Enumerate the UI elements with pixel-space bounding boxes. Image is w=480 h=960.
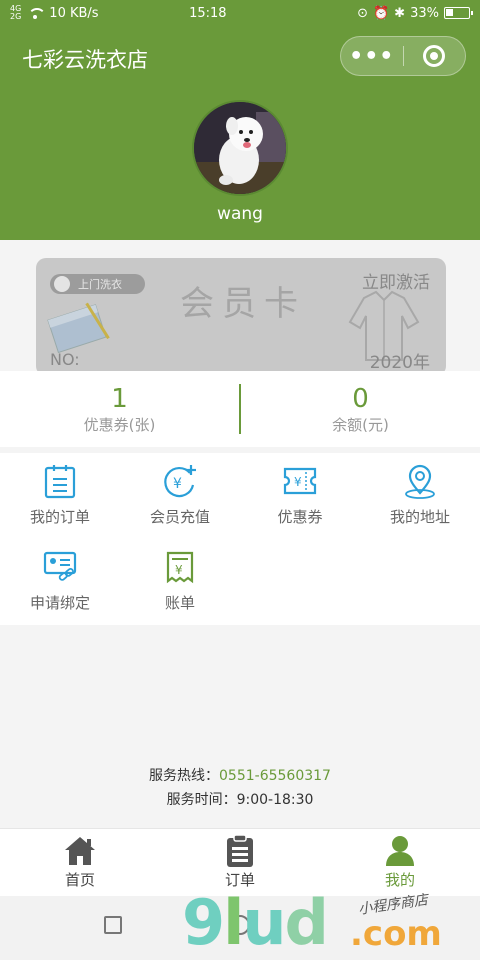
member-card[interactable]: 上门洗衣 会员卡 立即激活 NO: 2020年 bbox=[36, 258, 446, 376]
apply-binding-label: 申请绑定 bbox=[29, 594, 90, 612]
my-address-label: 我的地址 bbox=[389, 508, 450, 526]
service-hours-line: 服务时间：9:00-18:30 bbox=[0, 788, 480, 812]
my-orders-label: 我的订单 bbox=[29, 508, 90, 526]
profile-header: 七彩云洗衣店 ••• wang bbox=[0, 26, 480, 240]
feature-grid: 我的订单 ¥ 会员充值 ¥ 优惠券 我的地址 申请绑定 ¥ 账单 bbox=[0, 453, 480, 625]
yuan-plus-icon: ¥ bbox=[164, 465, 196, 498]
id-card-link-icon bbox=[43, 551, 77, 581]
tab-orders-label: 订单 bbox=[224, 871, 255, 889]
hotline-label: 服务热线： bbox=[149, 768, 220, 784]
stats-panel: 1 优惠券(张) 0 余额(元) bbox=[0, 371, 480, 447]
mini-program-capsule: ••• bbox=[340, 36, 466, 76]
tab-mine[interactable]: 我的 bbox=[320, 829, 480, 896]
orders-icon bbox=[227, 835, 253, 867]
tab-orders[interactable]: 订单 bbox=[160, 829, 320, 896]
card-year: 2020年 bbox=[369, 353, 430, 373]
hotline-number[interactable]: 0551-65560317 bbox=[219, 768, 331, 784]
tab-home[interactable]: 首页 bbox=[0, 829, 160, 896]
app-title: 七彩云洗衣店 bbox=[22, 48, 148, 72]
svg-text:¥: ¥ bbox=[175, 563, 183, 577]
tab-mine-label: 我的 bbox=[384, 871, 415, 889]
bill-label: 账单 bbox=[164, 594, 195, 612]
card-title: 会员卡 bbox=[180, 284, 306, 324]
card-number-label: NO: bbox=[50, 350, 80, 369]
coupons-label: 优惠券 bbox=[277, 508, 323, 526]
coupon-icon: ¥ bbox=[283, 467, 317, 495]
bluetooth-icon: ✱ bbox=[394, 5, 406, 21]
status-bar: 4G 2G 10 KB/s 15:18 ⊙ ⏰ ✱ 33% bbox=[0, 0, 480, 26]
coupons-button[interactable]: ¥ 优惠券 bbox=[240, 463, 360, 527]
balance-stat[interactable]: 0 余额(元) bbox=[241, 384, 480, 435]
service-info: 服务热线：0551-65560317 服务时间：9:00-18:30 bbox=[0, 764, 480, 812]
towel-illustration-icon bbox=[47, 302, 110, 354]
card-badge: 上门洗衣 bbox=[50, 274, 145, 294]
tab-home-label: 首页 bbox=[64, 871, 95, 889]
my-orders-button[interactable]: 我的订单 bbox=[0, 463, 120, 527]
profile-icon bbox=[386, 836, 414, 866]
balance-value: 0 bbox=[352, 383, 369, 414]
lock-rotation-icon: ⊙ bbox=[357, 5, 368, 21]
target-icon bbox=[423, 45, 446, 67]
hotline-line: 服务热线：0551-65560317 bbox=[0, 764, 480, 788]
hours-value: 9:00-18:30 bbox=[236, 792, 314, 808]
battery-percent: 33% bbox=[410, 5, 439, 21]
username: wang bbox=[217, 204, 263, 224]
hours-label: 服务时间： bbox=[166, 792, 237, 808]
close-mini-program-button[interactable] bbox=[403, 45, 465, 67]
svg-text:¥: ¥ bbox=[173, 476, 182, 492]
more-menu-button[interactable]: ••• bbox=[341, 44, 403, 69]
coupon-count-stat[interactable]: 1 优惠券(张) bbox=[0, 384, 239, 435]
location-pin-icon bbox=[405, 464, 435, 499]
home-nav-button[interactable] bbox=[230, 915, 250, 935]
battery-icon bbox=[443, 7, 473, 19]
bottom-tab-bar: 首页 订单 我的 bbox=[0, 828, 480, 896]
home-icon bbox=[65, 837, 95, 865]
alarm-icon: ⏰ bbox=[372, 5, 390, 21]
avatar[interactable] bbox=[192, 100, 288, 196]
bill-button[interactable]: ¥ 账单 bbox=[120, 549, 240, 613]
apply-binding-button[interactable]: 申请绑定 bbox=[0, 549, 120, 613]
coupon-count: 1 bbox=[111, 383, 128, 414]
system-navigation-bar bbox=[0, 896, 480, 960]
my-address-button[interactable]: 我的地址 bbox=[360, 463, 480, 527]
network-speed: 10 KB/s bbox=[49, 5, 99, 21]
signal-icon: 4G 2G bbox=[10, 4, 22, 21]
receipt-icon: ¥ bbox=[166, 551, 194, 584]
clipboard-list-icon bbox=[44, 465, 76, 499]
balance-label: 余额(元) bbox=[332, 415, 389, 434]
clock: 15:18 bbox=[189, 5, 227, 21]
wifi-icon bbox=[26, 7, 47, 19]
coupon-count-label: 优惠券(张) bbox=[83, 415, 156, 434]
member-recharge-button[interactable]: ¥ 会员充值 bbox=[120, 463, 240, 527]
member-recharge-label: 会员充值 bbox=[149, 508, 210, 526]
svg-text:¥: ¥ bbox=[294, 475, 302, 489]
recent-apps-button[interactable] bbox=[104, 916, 122, 934]
dog-avatar-image bbox=[194, 102, 286, 194]
